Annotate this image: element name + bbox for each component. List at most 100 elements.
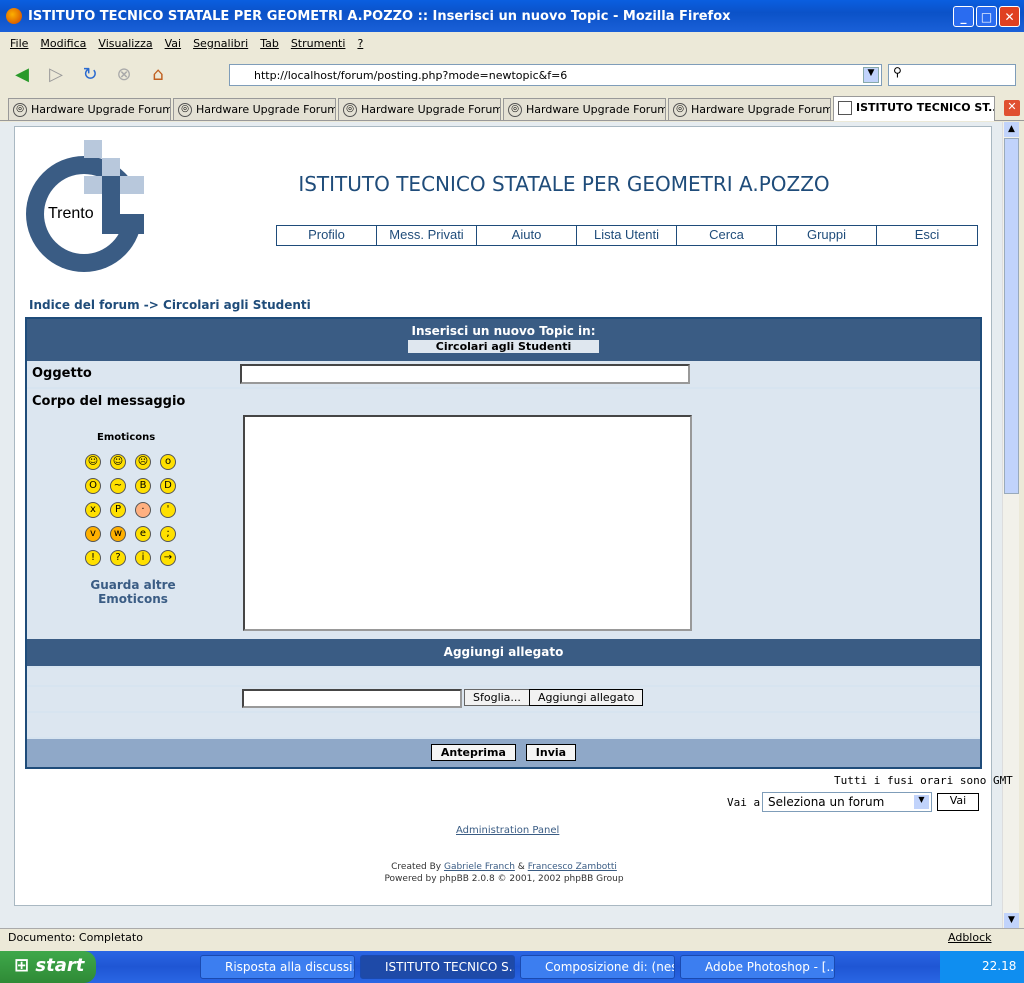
system-tray: 22.18 [940,951,1024,983]
close-button[interactable]: ✕ [999,6,1020,27]
url-dropdown-icon[interactable]: ▼ [863,67,879,83]
scrollbar[interactable]: ▲ ▼ [1002,122,1019,928]
submit-button[interactable]: Invia [525,744,577,761]
globe-icon: ◎ [508,103,522,117]
shocked-icon[interactable]: O [85,478,101,494]
jump-button[interactable]: Vai [937,793,979,811]
tab-label: Hardware Upgrade Forum... [361,103,501,116]
menu-go[interactable]: Vai [165,37,181,50]
sad-icon[interactable]: ☹ [135,454,151,470]
close-tab-icon[interactable]: ✕ [1004,100,1020,116]
preview-button[interactable]: Anteprima [430,744,516,761]
forward-icon[interactable]: ▷ [44,62,68,86]
file-input[interactable] [242,689,462,708]
tab-3[interactable]: ◎ Hardware Upgrade Forum... [338,98,501,120]
laughing-icon[interactable]: D [160,478,176,494]
form-header: Inserisci un nuovo Topic in: Circolari a… [27,319,980,361]
menu-tab[interactable]: Tab [260,37,279,50]
breadcrumb: Indice del forum -> Circolari agli Stude… [29,298,311,312]
cool-icon[interactable]: B [135,478,151,494]
stop-icon[interactable]: ⊗ [112,62,136,86]
more-emoticons-link[interactable]: Guarda altre Emoticons [69,578,197,606]
nav-esci[interactable]: Esci [877,226,977,245]
attach-row-a-right [237,668,980,685]
task-composizione[interactable]: Composizione di: (nes... [520,955,675,979]
nav-lista-utenti[interactable]: Lista Utenti [577,226,677,245]
maximize-button[interactable]: □ [976,6,997,27]
page-icon [838,101,852,115]
rolling-eyes-icon[interactable]: e [135,526,151,542]
surprised-icon[interactable]: o [160,454,176,470]
author1-link[interactable]: Gabriele Franch [444,862,515,872]
mad-icon[interactable]: x [85,502,101,518]
globe-icon: ◎ [178,103,192,117]
breadcrumb-separator: -> [143,298,159,312]
scroll-down-icon[interactable]: ▼ [1004,913,1019,928]
form-footer: Anteprima Invia [27,739,980,767]
message-textarea[interactable] [243,415,692,631]
add-attachment-button[interactable]: Aggiungi allegato [529,689,644,706]
task-firefox[interactable]: ISTITUTO TECNICO S... [360,955,515,979]
attach-row-b-left [27,687,237,711]
url-bar[interactable]: http://localhost/forum/posting.php?mode=… [229,64,882,86]
globe-icon: ◎ [343,103,357,117]
smile-icon[interactable]: ☺ [110,454,126,470]
subject-input-cell [237,361,980,387]
nav-profilo[interactable]: Profilo [277,226,377,245]
nav-gruppi[interactable]: Gruppi [777,226,877,245]
subject-label: Oggetto [32,366,92,381]
forum-select[interactable]: Seleziona un forum ▼ [762,792,932,812]
clock[interactable]: 22.18 [982,959,1016,973]
exclaim-icon[interactable]: ! [85,550,101,566]
start-button[interactable]: ⊞ start [0,951,96,983]
url-text: http://localhost/forum/posting.php?mode=… [254,69,568,82]
menu-edit[interactable]: Modifica [40,37,86,50]
tab-2[interactable]: ◎ Hardware Upgrade Forum... [173,98,336,120]
window-title: ISTITUTO TECNICO STATALE PER GEOMETRI A.… [28,8,731,24]
menu-tools[interactable]: Strumenti [291,37,346,50]
breadcrumb-forum[interactable]: Circolari agli Studenti [163,298,311,312]
tab-5[interactable]: ◎ Hardware Upgrade Forum... [668,98,831,120]
very-happy-icon[interactable]: ☺ [85,454,101,470]
evil-icon[interactable]: v [85,526,101,542]
idea-icon[interactable]: i [135,550,151,566]
search-box[interactable]: ⚲ [888,64,1016,86]
nav-messaggi[interactable]: Mess. Privati [377,226,477,245]
embarrassed-icon[interactable]: · [135,502,151,518]
tab-1[interactable]: ◎ Hardware Upgrade Forum... [8,98,171,120]
scroll-thumb[interactable] [1004,138,1019,494]
task-photoshop[interactable]: Adobe Photoshop - [... [680,955,835,979]
menu-bookmarks[interactable]: Segnalibri [193,37,248,50]
chevron-down-icon[interactable]: ▼ [914,795,929,809]
menu-help[interactable]: ? [357,37,363,50]
back-icon[interactable]: ◀ [10,62,34,86]
reload-icon[interactable]: ↻ [78,62,102,86]
wink-icon[interactable]: ; [160,526,176,542]
question-icon[interactable]: ? [110,550,126,566]
menu-file[interactable]: File [10,37,28,50]
home-icon[interactable]: ⌂ [146,62,170,86]
admin-panel-link[interactable]: Administration Panel [456,825,559,836]
confused-icon[interactable]: ~ [110,478,126,494]
menu-view[interactable]: Visualizza [98,37,152,50]
browse-button[interactable]: Sfoglia... [464,689,530,706]
arrow-icon[interactable]: → [160,550,176,566]
task-risposta[interactable]: Risposta alla discussi... [200,955,355,979]
nav-cerca[interactable]: Cerca [677,226,777,245]
nav-aiuto[interactable]: Aiuto [477,226,577,245]
breadcrumb-index[interactable]: Indice del forum [29,298,140,312]
body-label: Corpo del messaggio [32,394,186,409]
subject-input[interactable] [240,364,690,384]
search-icon: ⚲ [893,65,902,79]
twisted-evil-icon[interactable]: w [110,526,126,542]
jump-label: Vai a: [727,796,767,809]
tab-label: Hardware Upgrade Forum... [691,103,831,116]
crying-icon[interactable]: ' [160,502,176,518]
scroll-up-icon[interactable]: ▲ [1004,122,1019,137]
tab-4[interactable]: ◎ Hardware Upgrade Forum... [503,98,666,120]
author2-link[interactable]: Francesco Zambotti [528,862,617,872]
adblock-link[interactable]: Adblock [948,931,992,944]
tab-active[interactable]: ISTITUTO TECNICO ST... [833,96,995,121]
minimize-button[interactable]: _ [953,6,974,27]
razz-icon[interactable]: P [110,502,126,518]
